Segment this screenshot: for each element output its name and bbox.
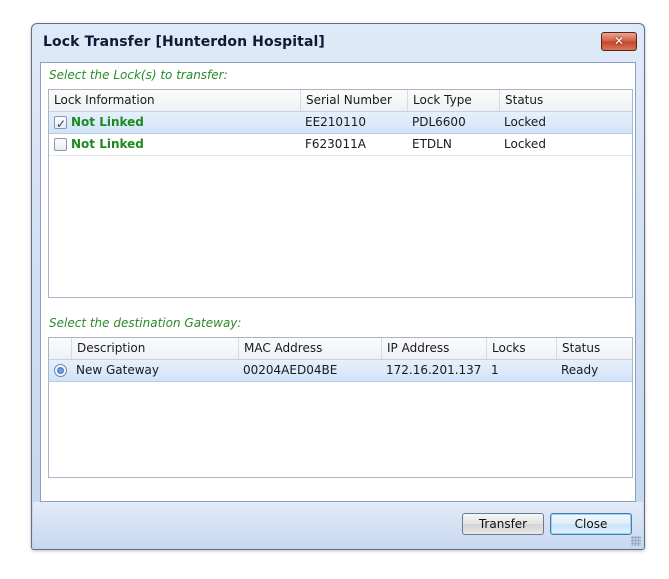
locks-grid[interactable]: Lock Information Serial Number Lock Type… [48, 89, 633, 298]
col-gateway-status[interactable]: Status [556, 338, 632, 359]
close-button[interactable]: Close [550, 513, 632, 535]
checkmark-icon: ✓ [56, 117, 67, 131]
lock-type-cell: ETDLN [412, 137, 452, 151]
transfer-button[interactable]: Transfer [462, 513, 544, 535]
lock-status-cell: Locked [504, 115, 546, 129]
gateway-status-cell: Ready [561, 363, 599, 377]
col-lock-status[interactable]: Status [499, 90, 632, 111]
close-window-icon[interactable]: ✕ [601, 32, 637, 51]
lock-checkbox[interactable] [54, 138, 67, 151]
lock-status-cell: Locked [504, 137, 546, 151]
dialog-content: Select the Lock(s) to transfer: Lock Inf… [40, 62, 636, 502]
serial-number-cell: EE210110 [305, 115, 366, 129]
table-row[interactable]: Not Linked F623011A ETDLN Locked [49, 134, 632, 156]
gateway-grid-header: Description MAC Address IP Address Locks… [49, 338, 632, 360]
mac-address-cell: 00204AED04BE [243, 363, 338, 377]
gateway-radio[interactable] [54, 364, 67, 377]
col-lock-type[interactable]: Lock Type [407, 90, 499, 111]
lock-info-cell: ✓ Not Linked [49, 112, 300, 133]
serial-number-cell: F623011A [305, 137, 366, 151]
col-serial-number[interactable]: Serial Number [300, 90, 407, 111]
ip-address-cell: 172.16.201.137 [386, 363, 482, 377]
lock-info-cell: Not Linked [49, 134, 300, 155]
lock-transfer-dialog: Lock Transfer [Hunterdon Hospital] ✕ Sel… [31, 23, 645, 550]
gateway-grid[interactable]: Description MAC Address IP Address Locks… [48, 337, 633, 478]
col-radio-spacer [49, 338, 71, 359]
radio-cell [49, 360, 71, 381]
lock-info-text: Not Linked [71, 137, 144, 151]
lock-checkbox[interactable]: ✓ [54, 116, 67, 131]
lock-type-cell: PDL6600 [412, 115, 466, 129]
col-ip-address[interactable]: IP Address [381, 338, 486, 359]
table-row[interactable]: New Gateway 00204AED04BE 172.16.201.137 … [49, 360, 632, 382]
col-description[interactable]: Description [71, 338, 238, 359]
locks-section-label: Select the Lock(s) to transfer: [49, 68, 228, 82]
resize-grip-icon[interactable] [631, 536, 641, 546]
lock-info-text: Not Linked [71, 115, 144, 129]
gateway-section-label: Select the destination Gateway: [49, 316, 242, 330]
title-bar[interactable]: Lock Transfer [Hunterdon Hospital] ✕ [32, 24, 644, 62]
window-title: Lock Transfer [Hunterdon Hospital] [43, 34, 325, 50]
table-row[interactable]: ✓ Not Linked EE210110 PDL6600 Locked [49, 112, 632, 134]
col-locks[interactable]: Locks [486, 338, 556, 359]
locks-grid-header: Lock Information Serial Number Lock Type… [49, 90, 632, 112]
radio-dot-icon [57, 367, 64, 374]
col-mac-address[interactable]: MAC Address [238, 338, 381, 359]
description-cell: New Gateway [76, 363, 159, 377]
button-bar: Transfer Close [33, 502, 643, 548]
locks-count-cell: 1 [491, 363, 499, 377]
col-lock-information[interactable]: Lock Information [49, 90, 300, 111]
